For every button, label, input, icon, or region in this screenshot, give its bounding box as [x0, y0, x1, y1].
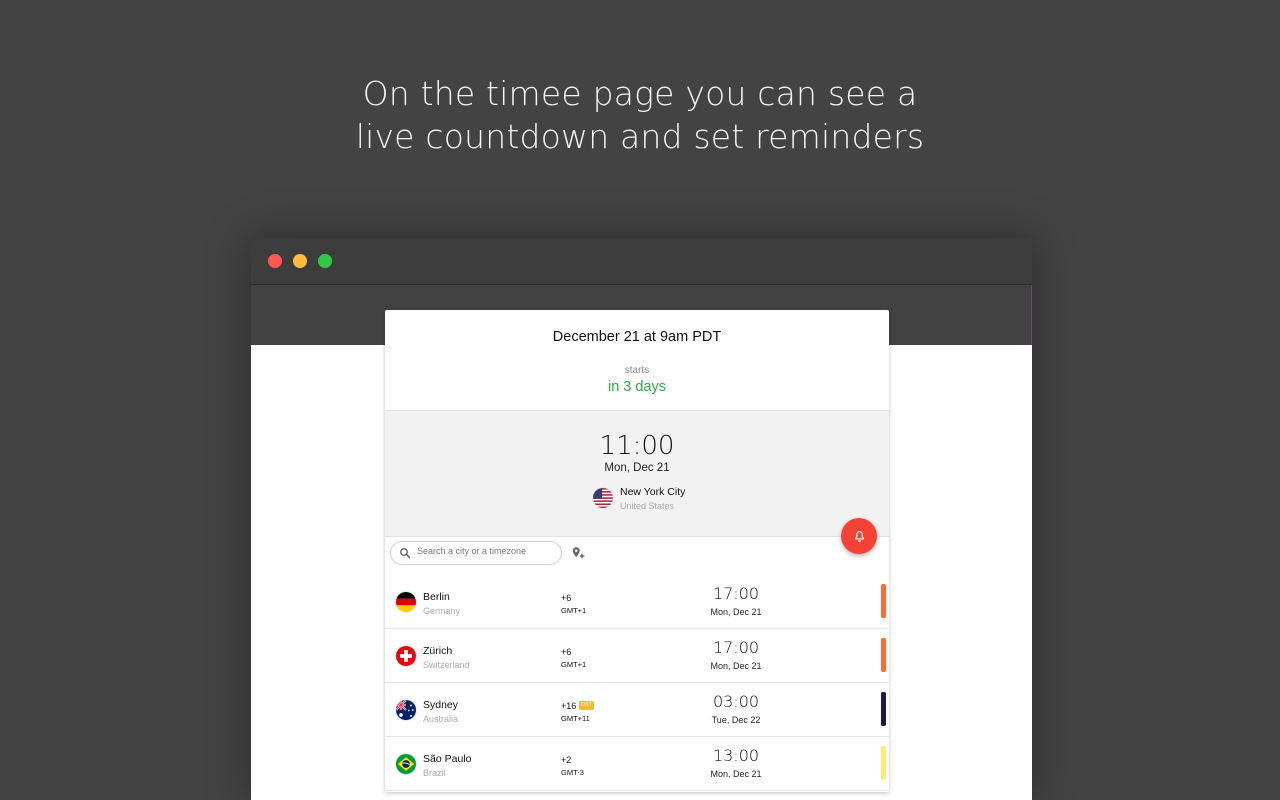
local-city: New York City — [620, 486, 686, 498]
event-title: December 21 at 9am PDT — [552, 329, 722, 345]
daylight-indicator — [881, 746, 886, 780]
brazil-flag-icon — [395, 753, 417, 775]
maximize-window-button[interactable] — [318, 254, 332, 268]
local-date: Mon, Dec 21 — [604, 462, 670, 474]
local-time: 11:00 — [599, 431, 675, 461]
set-reminder-button[interactable] — [841, 518, 877, 554]
daylight-indicator — [881, 638, 886, 672]
gmt-offset: GMT+1 — [561, 606, 587, 615]
city-date: Mon, Dec 21 — [710, 607, 762, 617]
city-row-sao-paulo[interactable]: São Paulo Brazil +2 GMT-3 13:00 Mon, Dec… — [385, 737, 889, 791]
hour-offset: +2 — [561, 755, 572, 765]
gmt-offset: GMT+1 — [561, 660, 587, 669]
local-country: United States — [620, 501, 675, 511]
hour-offset: +6 — [561, 593, 572, 603]
window-titlebar — [251, 238, 1032, 285]
city-date: Mon, Dec 21 — [710, 769, 762, 779]
hour-offset: +6 — [561, 647, 572, 657]
gmt-offset: GMT-3 — [561, 768, 584, 777]
city-row-zurich[interactable]: Zürich Switzerland +6 GMT+1 17:00 Mon, D… — [385, 629, 889, 683]
dst-badge: DST — [579, 701, 594, 710]
countdown-value: in 3 days — [607, 379, 667, 395]
us-flag-icon — [592, 487, 614, 509]
browser-window: December 21 at 9am PDT starts in 3 days … — [251, 238, 1032, 800]
city-country: Australia — [423, 714, 459, 724]
city-date: Mon, Dec 21 — [710, 661, 762, 671]
search-input[interactable] — [417, 546, 557, 556]
city-time: 17:00 — [712, 584, 760, 603]
hour-offset: +16 — [561, 701, 577, 711]
scrollbar-edge — [1031, 285, 1032, 345]
city-list: Berlin Germany +6 GMT+1 17:00 Mon, Dec 2… — [385, 575, 889, 791]
close-window-button[interactable] — [268, 254, 282, 268]
city-time: 13:00 — [712, 746, 760, 765]
headline: On the timee page you can see a live cou… — [0, 72, 1280, 158]
city-date: Tue, Dec 22 — [711, 715, 761, 725]
city-name: Sydney — [423, 699, 459, 711]
event-card: December 21 at 9am PDT starts in 3 days … — [385, 310, 889, 792]
germany-flag-icon — [395, 591, 417, 613]
starts-label: starts — [624, 365, 650, 376]
headline-line-1: On the timee page you can see a — [362, 74, 918, 113]
city-name: São Paulo — [423, 753, 472, 765]
city-row-berlin[interactable]: Berlin Germany +6 GMT+1 17:00 Mon, Dec 2… — [385, 575, 889, 629]
city-country: Switzerland — [423, 660, 470, 670]
local-time-panel: 11:00 Mon, Dec 21 New York City United S… — [385, 410, 889, 537]
gmt-offset: GMT+11 — [561, 714, 590, 723]
city-country: Brazil — [423, 768, 446, 778]
bell-icon — [854, 530, 864, 542]
city-name: Zürich — [423, 645, 453, 657]
switzerland-flag-icon — [395, 645, 417, 667]
city-time: 17:00 — [712, 638, 760, 657]
minimize-window-button[interactable] — [293, 254, 307, 268]
daylight-indicator — [881, 584, 886, 618]
search-icon — [400, 548, 411, 559]
australia-flag-icon — [395, 699, 417, 721]
city-country: Germany — [423, 606, 461, 616]
city-name: Berlin — [423, 591, 450, 603]
daylight-indicator — [881, 692, 886, 726]
city-time: 03:00 — [712, 692, 760, 711]
headline-line-2: live countdown and set reminders — [355, 117, 925, 156]
search-box — [390, 541, 562, 565]
add-location-icon[interactable] — [571, 546, 585, 560]
city-row-sydney[interactable]: Sydney Australia +16 DST GMT+11 03:00 Tu… — [385, 683, 889, 737]
